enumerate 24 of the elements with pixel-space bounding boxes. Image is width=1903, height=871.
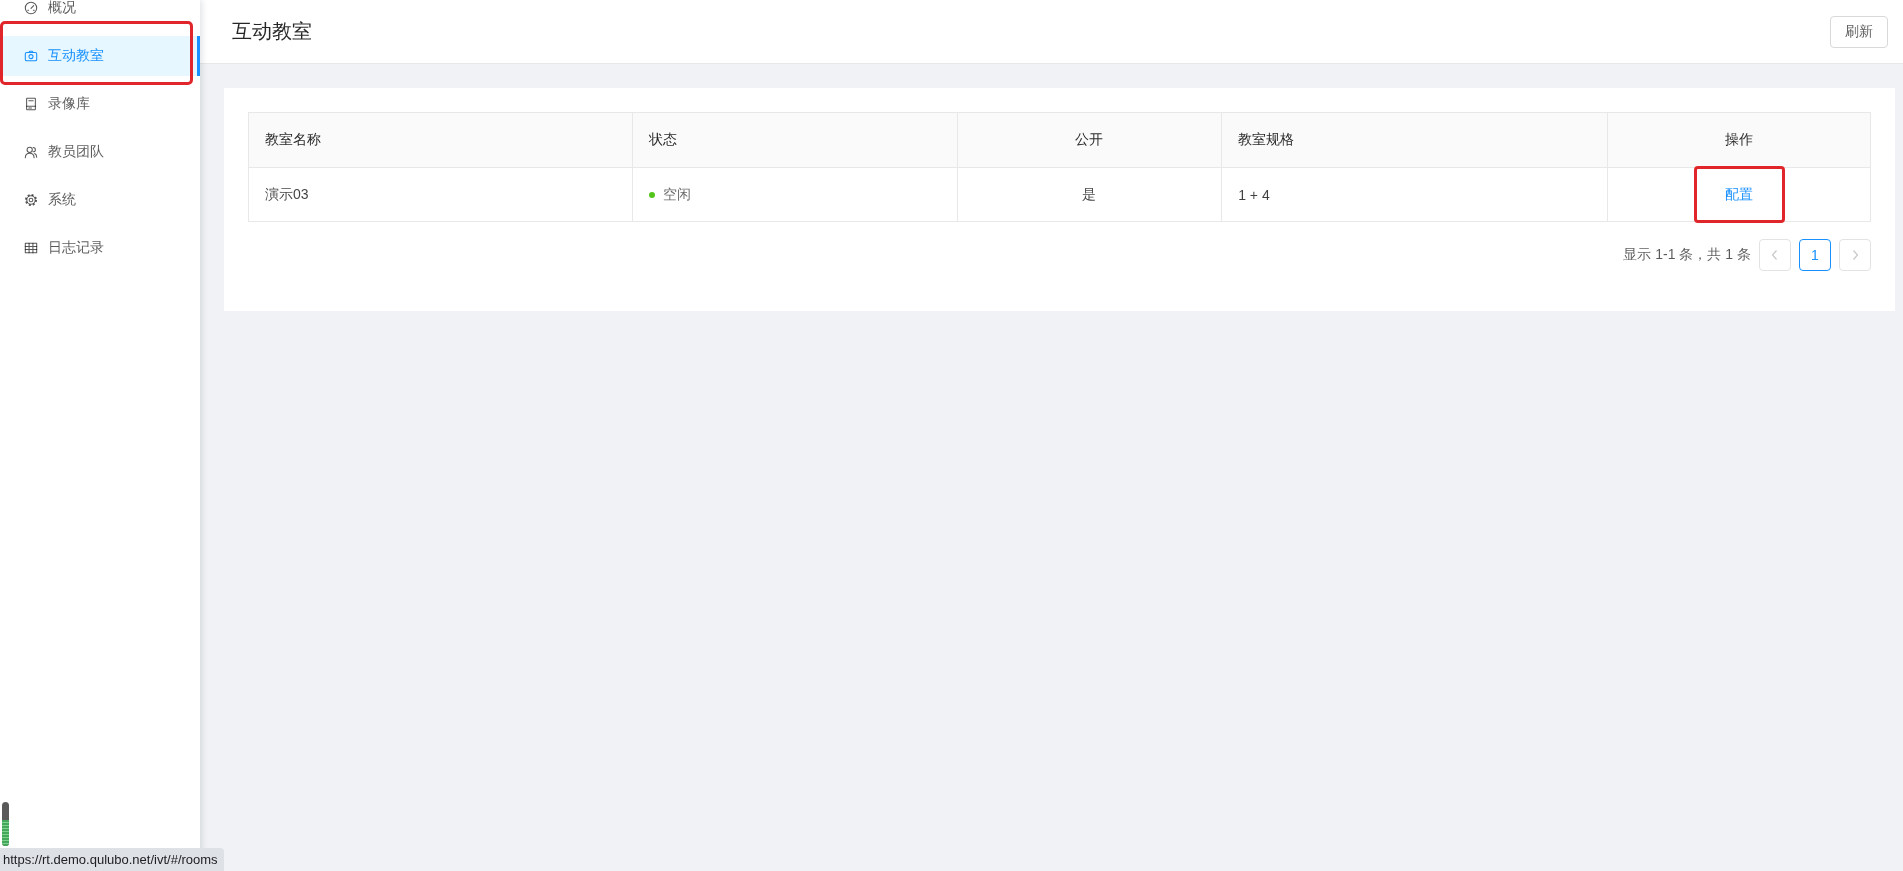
column-header: 教室名称	[248, 112, 633, 168]
settings-icon	[24, 193, 38, 207]
status-url: https://rt.demo.qulubo.net/ivt/#/rooms	[0, 848, 224, 871]
table-icon	[24, 241, 38, 255]
table-cell: 演示03	[248, 167, 633, 222]
camera-icon	[24, 49, 38, 63]
pagination-summary: 显示 1-1 条，共 1 条	[1623, 246, 1751, 264]
sidebar-item[interactable]: 系统	[0, 180, 200, 220]
column-header: 状态	[632, 112, 958, 168]
page-title: 互动教室	[232, 19, 312, 44]
sidebar-item[interactable]: 概况	[0, 0, 200, 28]
sidebar-item[interactable]: 教员团队	[0, 132, 200, 172]
column-header: 公开	[957, 112, 1222, 168]
table-cell: 1 + 4	[1221, 167, 1608, 222]
refresh-button[interactable]: 刷新	[1830, 15, 1888, 48]
column-header: 教室规格	[1221, 112, 1608, 168]
sidebar-item[interactable]: 日志记录	[0, 228, 200, 268]
table-cell: 是	[957, 167, 1222, 222]
notebook-icon	[24, 97, 38, 111]
status-text: 空闲	[663, 186, 692, 204]
gauge-icon	[24, 1, 38, 15]
column-header: 操作	[1607, 112, 1871, 168]
sidebar-item[interactable]: 录像库	[0, 84, 200, 124]
users-icon	[24, 145, 38, 159]
